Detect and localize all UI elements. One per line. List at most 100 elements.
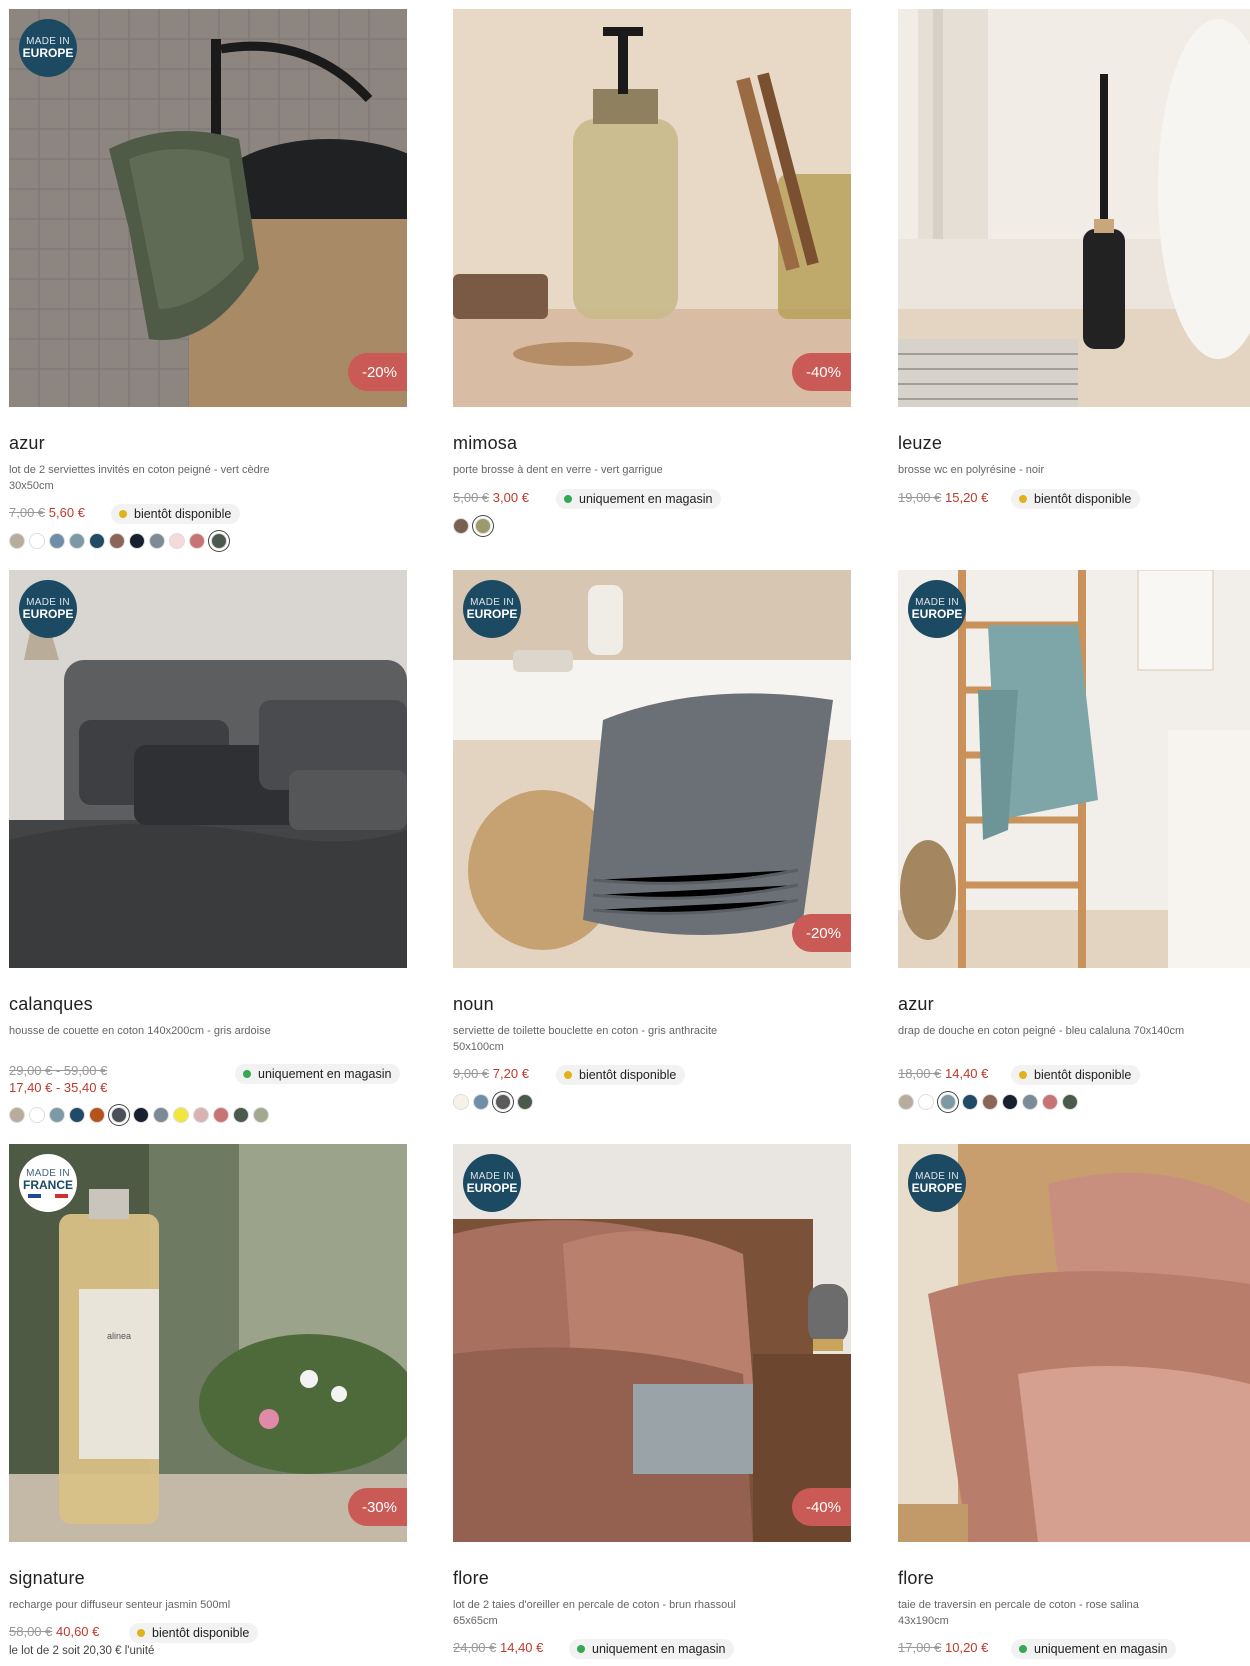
color-swatch[interactable] xyxy=(1002,1094,1018,1110)
new-price: 5,60 € xyxy=(48,505,85,520)
availability-badge: bientôt disponible xyxy=(556,1065,686,1085)
color-swatch[interactable] xyxy=(918,1094,934,1110)
product-name[interactable]: noun xyxy=(453,994,494,1015)
product-card[interactable]: MADE IN EUROPE -20% noun serviette de to… xyxy=(453,570,853,1130)
color-swatch[interactable] xyxy=(962,1094,978,1110)
color-swatch[interactable] xyxy=(153,1107,169,1123)
availability-text: uniquement en magasin xyxy=(258,1067,392,1081)
color-swatches xyxy=(898,1094,1078,1110)
old-price: 58,00 € xyxy=(9,1624,53,1639)
product-card[interactable]: leuze brosse wc en polyrésine - noir 19,… xyxy=(898,9,1250,549)
product-image[interactable]: MADE IN EUROPE xyxy=(898,570,1250,968)
color-swatch[interactable] xyxy=(233,1107,249,1123)
status-dot xyxy=(1019,495,1027,503)
product-name[interactable]: azur xyxy=(898,994,934,1015)
color-swatch[interactable] xyxy=(473,1094,489,1110)
color-swatch[interactable] xyxy=(1062,1094,1078,1110)
color-swatch[interactable] xyxy=(982,1094,998,1110)
color-swatch[interactable] xyxy=(173,1107,189,1123)
color-swatch[interactable] xyxy=(49,1107,65,1123)
availability-badge: bientôt disponible xyxy=(129,1623,259,1643)
color-swatch[interactable] xyxy=(211,533,227,549)
color-swatch[interactable] xyxy=(69,1107,85,1123)
availability-badge: uniquement en magasin xyxy=(556,489,722,509)
availability-badge: bientôt disponible xyxy=(1011,1065,1141,1085)
color-swatch[interactable] xyxy=(475,518,491,534)
color-swatch[interactable] xyxy=(1022,1094,1038,1110)
color-swatch[interactable] xyxy=(453,1094,469,1110)
status-dot xyxy=(1019,1645,1027,1653)
color-swatch[interactable] xyxy=(193,1107,209,1123)
product-image[interactable]: alinea MADE IN FRANCE -30% xyxy=(9,1144,407,1542)
product-description: porte brosse à dent en verre - vert garr… xyxy=(453,464,663,476)
availability-badge: uniquement en magasin xyxy=(235,1064,401,1084)
product-image[interactable]: MADE IN EUROPE xyxy=(9,570,407,968)
availability-text: uniquement en magasin xyxy=(1034,1642,1168,1656)
availability-badge: bientôt disponible xyxy=(111,504,241,524)
made-in-europe-badge: MADE IN EUROPE xyxy=(908,1154,966,1212)
product-name[interactable]: flore xyxy=(453,1568,489,1589)
color-swatch[interactable] xyxy=(253,1107,269,1123)
product-name[interactable]: calanques xyxy=(9,994,93,1015)
color-swatch[interactable] xyxy=(453,518,469,534)
color-swatch[interactable] xyxy=(29,1107,45,1123)
color-swatch[interactable] xyxy=(69,533,85,549)
color-swatch[interactable] xyxy=(49,533,65,549)
product-image[interactable]: -40% xyxy=(453,9,851,407)
product-image[interactable]: MADE IN EUROPE -20% xyxy=(9,9,407,407)
product-image[interactable]: MADE IN EUROPE xyxy=(898,1144,1250,1542)
made-in-europe-badge: MADE IN EUROPE xyxy=(908,580,966,638)
color-swatch[interactable] xyxy=(109,533,125,549)
color-swatch[interactable] xyxy=(189,533,205,549)
product-card[interactable]: alinea MADE IN FRANCE -30% signature rec… xyxy=(9,1144,409,1666)
color-swatch[interactable] xyxy=(213,1107,229,1123)
color-swatch[interactable] xyxy=(940,1094,956,1110)
availability-text: bientôt disponible xyxy=(1034,1068,1132,1082)
color-swatch[interactable] xyxy=(517,1094,533,1110)
new-price: 15,20 € xyxy=(945,490,989,505)
product-description: drap de douche en coton peigné - bleu ca… xyxy=(898,1025,1185,1037)
product-card[interactable]: MADE IN EUROPE azur drap de douche en co… xyxy=(898,570,1250,1130)
product-image[interactable]: MADE IN EUROPE -20% xyxy=(453,570,851,968)
new-price: 17,40 € - 35,40 € xyxy=(9,1080,108,1095)
color-swatch[interactable] xyxy=(1042,1094,1058,1110)
color-swatch[interactable] xyxy=(89,1107,105,1123)
color-swatch[interactable] xyxy=(129,533,145,549)
color-swatch[interactable] xyxy=(149,533,165,549)
new-price: 14,40 € xyxy=(500,1640,544,1655)
product-name[interactable]: mimosa xyxy=(453,433,517,454)
new-price: 10,20 € xyxy=(945,1640,989,1655)
price: 29,00 € - 59,00 € 17,40 € - 35,40 € xyxy=(9,1062,107,1096)
product-card[interactable]: MADE IN EUROPE flore taie de traversin e… xyxy=(898,1144,1250,1666)
product-name[interactable]: azur xyxy=(9,433,45,454)
product-name[interactable]: flore xyxy=(898,1568,934,1589)
price: 24,00 € 14,40 € xyxy=(453,1640,543,1655)
color-swatch[interactable] xyxy=(9,533,25,549)
product-name[interactable]: signature xyxy=(9,1568,85,1589)
color-swatch[interactable] xyxy=(111,1107,127,1123)
product-name[interactable]: leuze xyxy=(898,433,942,454)
color-swatches xyxy=(9,533,229,549)
availability-text: bientôt disponible xyxy=(134,507,232,521)
discount-badge: -30% xyxy=(347,1488,407,1526)
color-swatch[interactable] xyxy=(9,1107,25,1123)
product-card[interactable]: MADE IN EUROPE -20% azur lot de 2 servie… xyxy=(9,9,409,549)
discount-badge: -20% xyxy=(791,914,851,952)
product-image[interactable] xyxy=(898,9,1250,407)
price: 58,00 € 40,60 € xyxy=(9,1624,99,1639)
color-swatch[interactable] xyxy=(29,533,45,549)
color-swatch[interactable] xyxy=(89,533,105,549)
product-card[interactable]: MADE IN EUROPE calanques housse de couet… xyxy=(9,570,409,1130)
product-card[interactable]: -40% mimosa porte brosse à dent en verre… xyxy=(453,9,853,549)
old-price: 17,00 € xyxy=(898,1640,942,1655)
color-swatch[interactable] xyxy=(495,1094,511,1110)
status-dot xyxy=(137,1629,145,1637)
made-in-europe-badge: MADE IN EUROPE xyxy=(463,1154,521,1212)
product-image[interactable]: MADE IN EUROPE -40% xyxy=(453,1144,851,1542)
product-card[interactable]: MADE IN EUROPE -40% flore lot de 2 taies… xyxy=(453,1144,853,1666)
product-description: lot de 2 serviettes invités en coton pei… xyxy=(9,464,270,492)
color-swatch[interactable] xyxy=(898,1094,914,1110)
color-swatch[interactable] xyxy=(133,1107,149,1123)
color-swatch[interactable] xyxy=(169,533,185,549)
status-dot xyxy=(564,1071,572,1079)
